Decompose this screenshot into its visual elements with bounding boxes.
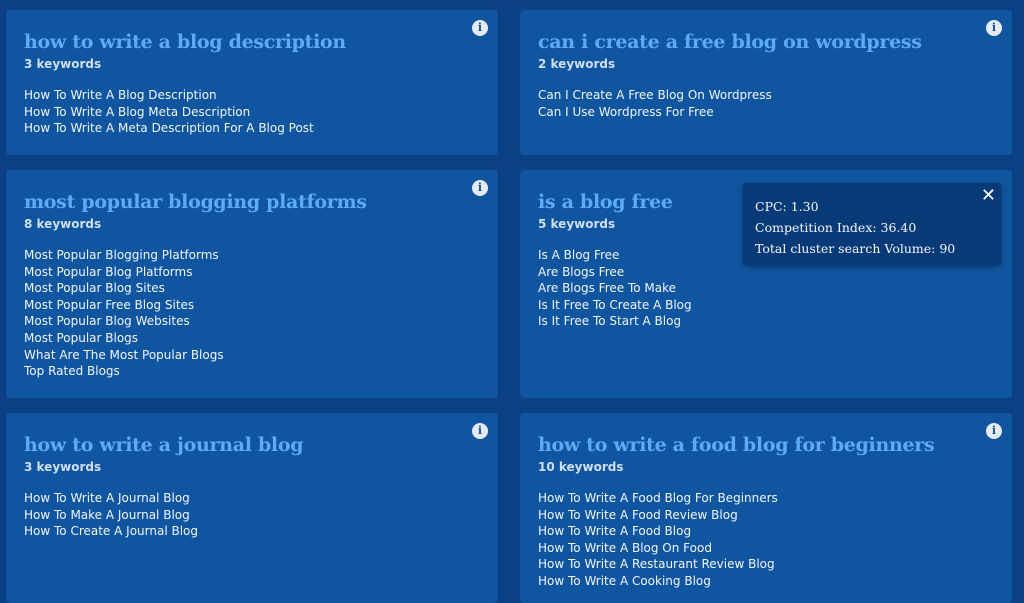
keyword-list: How To Write A Food Blog For Beginners H… [538, 490, 994, 590]
close-icon[interactable]: ✕ [981, 185, 996, 206]
keyword-count: 2 keywords [538, 57, 616, 71]
cluster-title: how to write a blog description [24, 31, 346, 53]
keyword-item: Can I Create A Free Blog On Wordpress [538, 88, 772, 102]
keyword-item: How To Write A Cooking Blog [538, 573, 711, 588]
keyword-item: Most Popular Blog Sites [24, 281, 165, 296]
cpc-text: CPC: 1.30 [755, 199, 819, 214]
keyword-item: Can I Use Wordpress For Free [538, 104, 714, 119]
cluster-title: how to write a journal blog [24, 434, 304, 456]
info-icon[interactable]: i [986, 423, 1002, 439]
keyword-item: How To Write A Journal Blog [24, 491, 190, 505]
keyword-list: Can I Create A Free Blog On Wordpress Ca… [538, 87, 994, 120]
keyword-item: How To Write A Food Review Blog [538, 507, 738, 522]
info-icon[interactable]: i [472, 20, 488, 36]
keyword-item: How To Write A Blog On Food [538, 540, 712, 555]
keyword-count: 8 keywords [24, 217, 102, 231]
keyword-item: Most Popular Blog Websites [24, 314, 190, 329]
info-icon[interactable]: i [472, 423, 488, 439]
keyword-list: How To Write A Blog Description How To W… [24, 87, 480, 137]
keyword-item: How To Write A Meta Description For A Bl… [24, 121, 314, 136]
keyword-count: 10 keywords [538, 460, 624, 474]
cluster-title: most popular blogging platforms [24, 191, 367, 213]
keyword-item: How To Write A Food Blog For Beginners [538, 491, 778, 505]
keyword-item: What Are The Most Popular Blogs [24, 347, 224, 362]
keyword-item: Is It Free To Create A Blog [538, 297, 692, 312]
keyword-item: Most Popular Blogging Platforms [24, 248, 219, 262]
metrics-tooltip: CPC: 1.30 Competition Index: 36.40 Total… [743, 183, 1001, 265]
keyword-count: 3 keywords [24, 57, 102, 71]
cluster-card: can i create a free blog on wordpress 2 … [520, 10, 1012, 155]
cluster-card: most popular blogging platforms 8 keywor… [6, 170, 498, 398]
keyword-list: How To Write A Journal Blog How To Make … [24, 490, 480, 540]
keyword-item: How To Write A Food Blog [538, 524, 692, 539]
info-icon[interactable]: i [986, 20, 1002, 36]
keyword-list: Most Popular Blogging Platforms Most Pop… [24, 247, 480, 380]
cluster-card: how to write a food blog for beginners 1… [520, 413, 1012, 603]
cluster-card: how to write a blog description 3 keywor… [6, 10, 498, 155]
keyword-item: How To Write A Blog Meta Description [24, 104, 251, 119]
info-icon[interactable]: i [472, 180, 488, 196]
keyword-item: How To Create A Journal Blog [24, 524, 198, 539]
keyword-count: 3 keywords [24, 460, 102, 474]
cluster-title: how to write a food blog for beginners [538, 434, 935, 456]
keyword-item: Are Blogs Free [538, 264, 625, 279]
keyword-item: Most Popular Blogs [24, 330, 139, 345]
cluster-card: how to write a journal blog 3 keywords H… [6, 413, 498, 603]
search-volume-text: Total cluster search Volume: 90 [755, 241, 956, 256]
cluster-title: can i create a free blog on wordpress [538, 31, 922, 53]
keyword-item: Most Popular Blog Platforms [24, 264, 193, 279]
keyword-item: Is It Free To Start A Blog [538, 314, 682, 329]
keyword-item: Top Rated Blogs [24, 364, 120, 379]
keyword-item: Most Popular Free Blog Sites [24, 297, 195, 312]
keyword-item: How To Make A Journal Blog [24, 507, 190, 522]
keyword-item: How To Write A Restaurant Review Blog [538, 557, 775, 572]
keyword-item: How To Write A Blog Description [24, 88, 217, 102]
keyword-item: Are Blogs Free To Make [538, 281, 677, 296]
competition-index-text: Competition Index: 36.40 [755, 220, 917, 235]
